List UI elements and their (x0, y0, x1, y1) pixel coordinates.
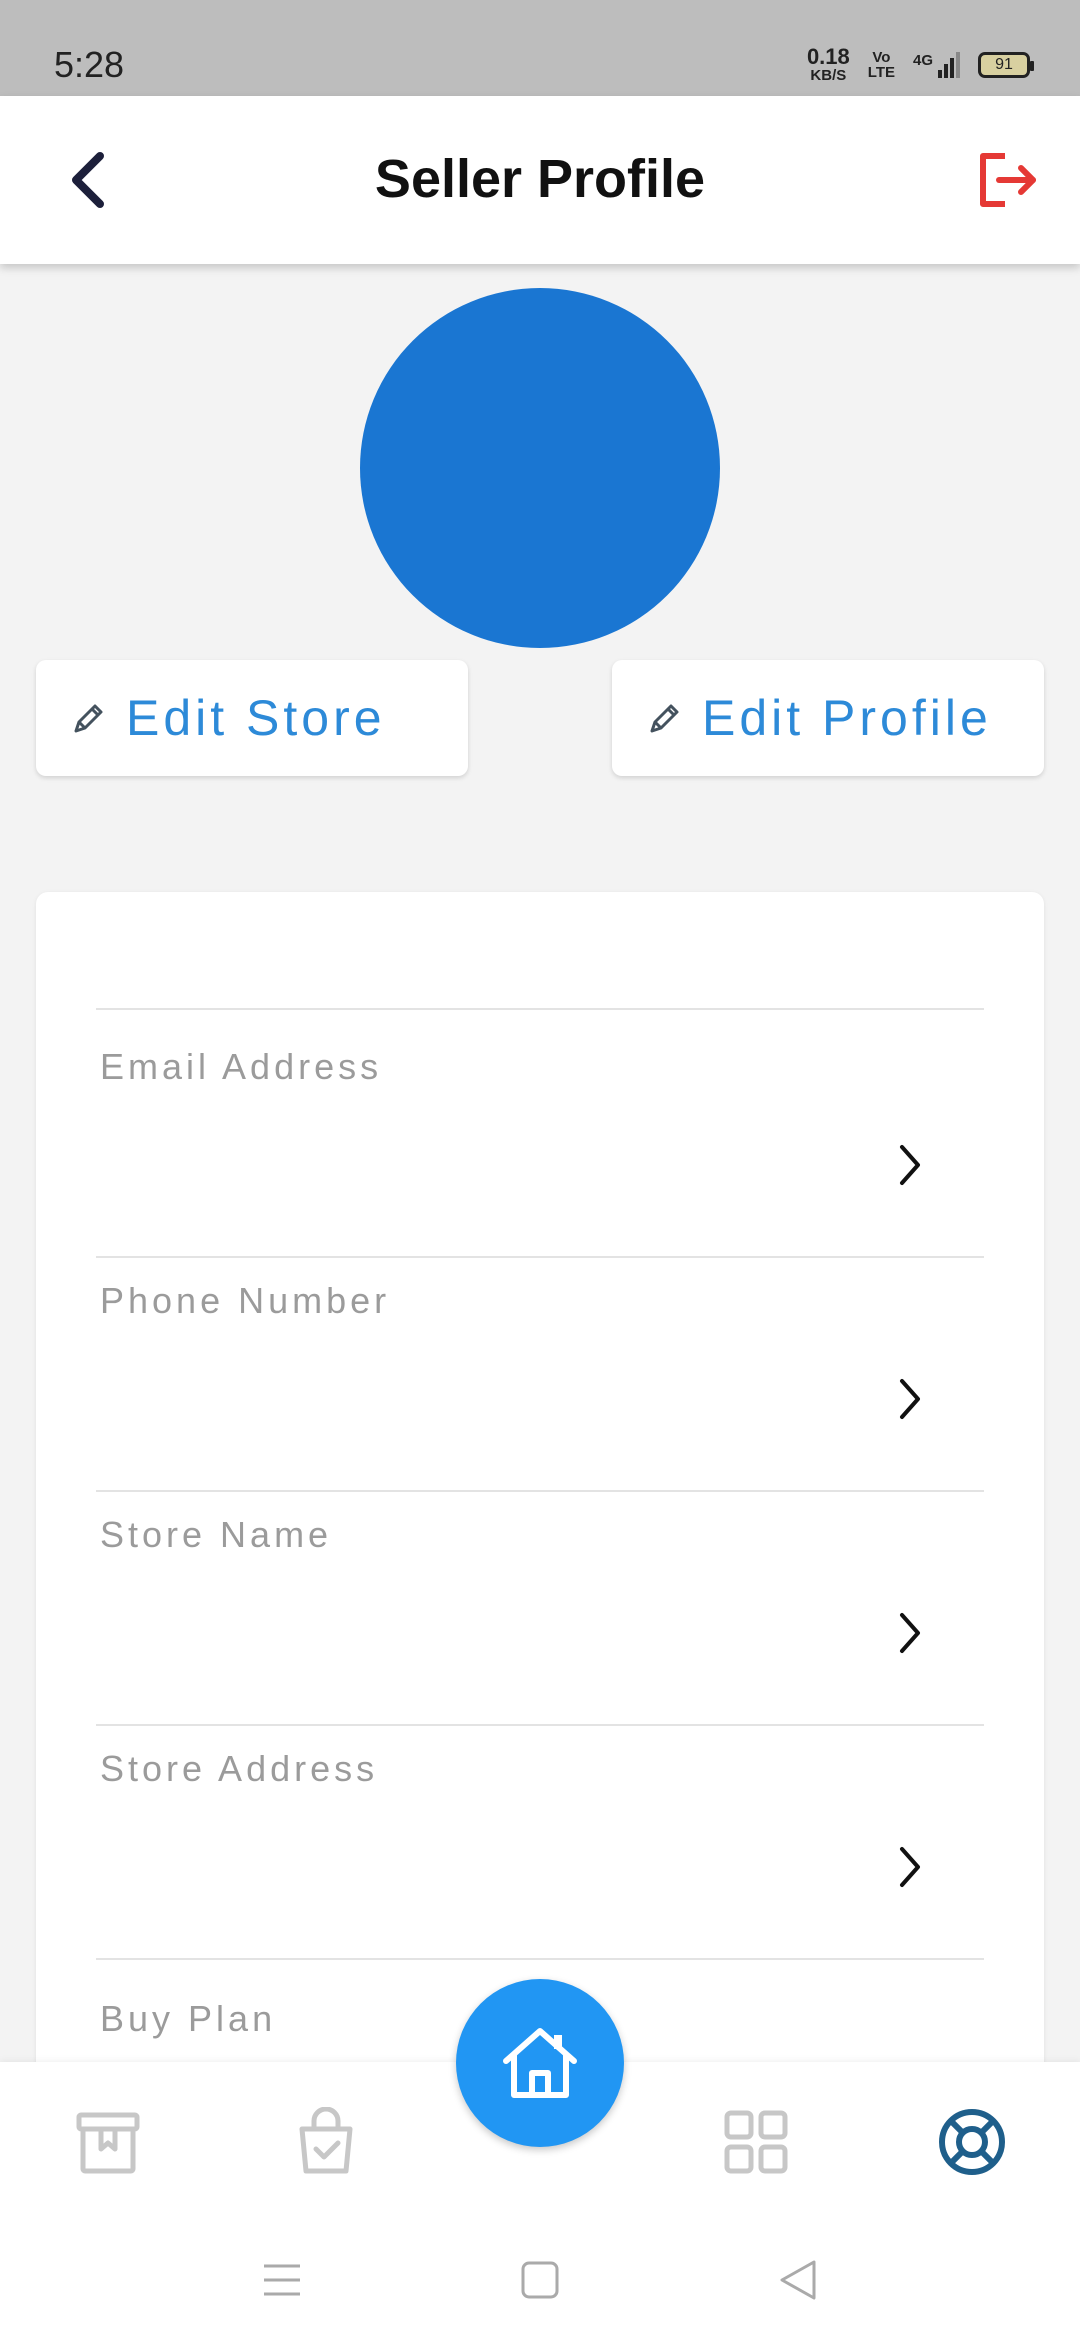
nav-archive[interactable] (68, 2102, 148, 2182)
network-speed: 0.18 KB/S (806, 44, 850, 84)
shopping-bag-icon (299, 2107, 353, 2174)
support-icon (939, 2109, 1005, 2175)
logout-icon (980, 153, 1036, 207)
chevron-right-icon (890, 1608, 930, 1658)
network-speed-value: 0.18 (806, 44, 850, 69)
app-header: Seller Profile (0, 96, 1080, 264)
edit-store-label: Edit Store (126, 690, 386, 746)
triangle-back-icon (780, 2260, 816, 2300)
home-icon (503, 2028, 577, 2098)
signal-icon: 4G (912, 51, 960, 78)
field-label: Phone Number (100, 1280, 391, 1321)
profile-details-card: Email Address Phone Number Store Name St… (36, 892, 1044, 2092)
divider (96, 1958, 984, 1960)
grid-icon (724, 2110, 788, 2174)
system-navigation-bar (0, 2220, 1080, 2340)
menu-icon (264, 2264, 300, 2296)
nav-support[interactable] (932, 2102, 1012, 2182)
edit-profile-label: Edit Profile (702, 690, 992, 746)
field-label: Store Address (100, 1748, 379, 1789)
field-label: Email Address (100, 1046, 383, 1087)
volte-icon: Vo LTE (868, 50, 895, 80)
volte-bottom: LTE (867, 63, 895, 81)
field-email-address[interactable]: Email Address (96, 1010, 984, 1242)
system-back-button[interactable] (768, 2250, 828, 2310)
nav-categories[interactable] (716, 2102, 796, 2182)
recent-apps-button[interactable] (252, 2250, 312, 2310)
square-icon (521, 2261, 559, 2299)
volte-top: Vo (872, 48, 891, 66)
home-button[interactable] (456, 1979, 624, 2147)
battery-level: 91 (995, 55, 1013, 73)
battery-icon: 91 (978, 51, 1034, 78)
network-speed-unit: KB/S (810, 67, 847, 84)
field-phone-number[interactable]: Phone Number (96, 1244, 984, 1476)
network-type: 4G (912, 51, 933, 69)
field-label: Store Name (100, 1514, 333, 1555)
nav-orders[interactable] (286, 2102, 366, 2182)
field-label: Buy Plan (100, 1998, 277, 2039)
chevron-right-icon (890, 1842, 930, 1892)
field-store-name[interactable]: Store Name (96, 1478, 984, 1710)
chevron-right-icon (890, 1374, 930, 1424)
chevron-right-icon (890, 1140, 930, 1190)
status-icons: 0.18 KB/S Vo LTE 4G 91 (806, 44, 1034, 84)
edit-profile-button[interactable]: Edit Profile (612, 660, 1044, 776)
page-title: Seller Profile (374, 149, 706, 209)
pencil-icon (72, 701, 106, 735)
avatar[interactable] (360, 288, 720, 648)
pencil-icon (648, 701, 682, 735)
status-time: 5:28 (54, 44, 125, 85)
logout-button[interactable] (972, 148, 1042, 212)
field-store-address[interactable]: Store Address (96, 1712, 984, 1944)
system-home-button[interactable] (510, 2250, 570, 2310)
archive-icon (76, 2112, 140, 2174)
edit-store-button[interactable]: Edit Store (36, 660, 468, 776)
status-bar: 5:28 0.18 KB/S Vo LTE 4G 91 (0, 0, 1080, 96)
